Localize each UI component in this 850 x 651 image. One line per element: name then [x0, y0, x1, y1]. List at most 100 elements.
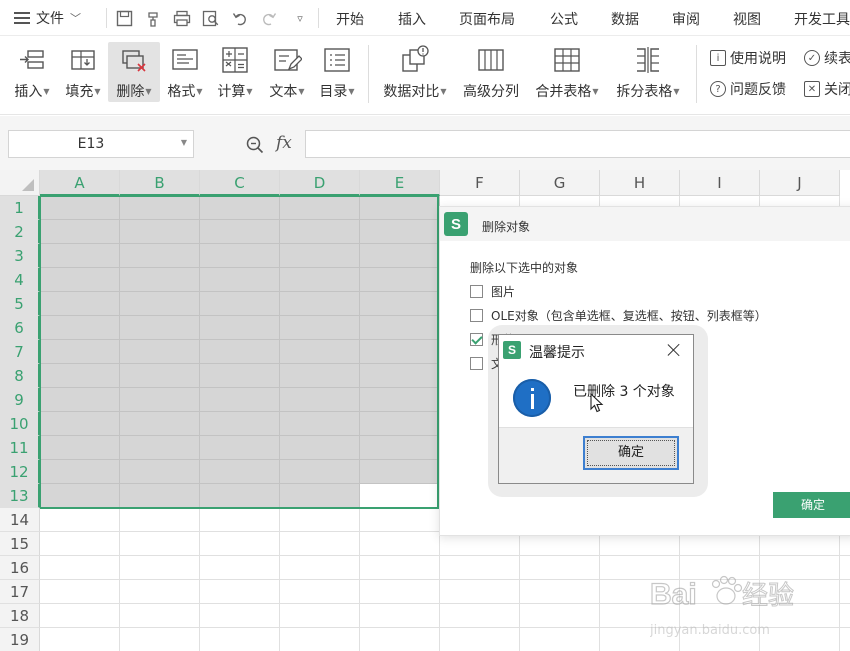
format-label: 格式: [167, 84, 196, 100]
close-button[interactable]: ✕ 关闭: [804, 79, 850, 99]
continue-table-button[interactable]: ✓ 续表: [804, 48, 850, 68]
name-box[interactable]: E13 ▼: [8, 130, 194, 158]
insert-button[interactable]: 插入 ▼: [6, 42, 58, 102]
print-icon[interactable]: [172, 8, 192, 28]
message-ok-button[interactable]: 确定: [583, 436, 679, 470]
advanced-split-label: 高级分列: [463, 84, 519, 100]
column-header-a[interactable]: A: [40, 170, 120, 196]
text-button[interactable]: 文本 ▼: [264, 42, 310, 102]
merge-tables-button[interactable]: 合并表格 ▼: [530, 42, 604, 102]
formula-input[interactable]: [305, 130, 850, 158]
column-header-f[interactable]: F: [440, 170, 520, 196]
tab-review[interactable]: 审阅: [672, 9, 700, 29]
function-icon[interactable]: fx: [276, 133, 292, 153]
undo-icon[interactable]: [230, 8, 250, 28]
data-compare-button[interactable]: 数据对比 ▼: [378, 42, 452, 102]
column-header-e[interactable]: E: [360, 170, 440, 196]
close-label: 关闭: [824, 82, 850, 98]
row-header-18[interactable]: 18: [0, 604, 40, 628]
customize-quick-access-icon[interactable]: ▿: [290, 8, 310, 28]
dialog-title: 删除对象: [482, 220, 531, 234]
row-header-5[interactable]: 5: [0, 292, 40, 316]
cell-reference: E13: [77, 136, 105, 152]
info-icon: i: [710, 50, 726, 66]
row-header-12[interactable]: 12: [0, 460, 40, 484]
column-header-i[interactable]: I: [680, 170, 760, 196]
toc-button[interactable]: 目录 ▼: [314, 42, 360, 102]
close-box-icon: ✕: [804, 81, 820, 97]
select-all-corner[interactable]: [0, 170, 40, 196]
text-edit-icon: [272, 45, 303, 75]
column-header-g[interactable]: G: [520, 170, 600, 196]
row-header-4[interactable]: 4: [0, 268, 40, 292]
row-header-16[interactable]: 16: [0, 556, 40, 580]
row-header-8[interactable]: 8: [0, 364, 40, 388]
calculate-button[interactable]: 计算 ▼: [212, 42, 258, 102]
continue-table-label: 续表: [824, 51, 850, 67]
row-header-15[interactable]: 15: [0, 532, 40, 556]
watermark-url: jingyan.baidu.com: [650, 623, 770, 638]
checkbox-shapes[interactable]: [470, 332, 483, 346]
delete-ok-button[interactable]: 确定: [773, 492, 850, 518]
row-header-10[interactable]: 10: [0, 412, 40, 436]
row-header-6[interactable]: 6: [0, 316, 40, 340]
column-header-b[interactable]: B: [120, 170, 200, 196]
column-header-d[interactable]: D: [280, 170, 360, 196]
close-icon[interactable]: [663, 339, 685, 361]
row-header-11[interactable]: 11: [0, 436, 40, 460]
tab-data[interactable]: 数据: [611, 9, 639, 29]
option-pictures[interactable]: 图片: [470, 283, 515, 299]
checkbox-pictures[interactable]: [470, 284, 483, 298]
advanced-split-button[interactable]: 高级分列: [458, 42, 524, 102]
check-circle-icon: ✓: [804, 50, 820, 66]
row-header-9[interactable]: 9: [0, 388, 40, 412]
message-box-header: S 温馨提示: [499, 335, 693, 365]
column-header-c[interactable]: C: [200, 170, 280, 196]
redo-icon[interactable]: [258, 8, 278, 28]
file-menu-button[interactable]: 文件 ﹀: [14, 7, 81, 29]
checkbox-ole[interactable]: [470, 308, 483, 322]
row-header-14[interactable]: 14: [0, 508, 40, 532]
wps-logo-icon: S: [444, 212, 468, 236]
file-menu-label: 文件: [36, 11, 64, 27]
checkbox-text[interactable]: [470, 356, 483, 370]
instructions-button[interactable]: i 使用说明: [710, 48, 786, 68]
info-icon: [513, 379, 551, 417]
print-preview-icon[interactable]: [201, 8, 221, 28]
row-header-17[interactable]: 17: [0, 580, 40, 604]
watermark-brand2: 经验: [742, 581, 794, 611]
tab-home[interactable]: 开始: [336, 9, 364, 29]
row-header-2[interactable]: 2: [0, 220, 40, 244]
fill-label: 填充: [65, 84, 94, 100]
dropdown-arrow-icon: ▼: [180, 138, 187, 147]
tab-developer[interactable]: 开发工具: [794, 9, 850, 29]
tab-insert[interactable]: 插入: [398, 9, 426, 29]
row-header-13[interactable]: 13: [0, 484, 40, 508]
format-painter-icon[interactable]: [144, 8, 164, 28]
toc-label: 目录: [319, 84, 348, 100]
row-header-3[interactable]: 3: [0, 244, 40, 268]
tab-formulas[interactable]: 公式: [550, 9, 578, 29]
tab-view[interactable]: 视图: [733, 9, 761, 29]
save-icon[interactable]: [114, 8, 134, 28]
feedback-button[interactable]: ? 问题反馈: [710, 79, 786, 99]
watermark-brand: Bai: [650, 578, 697, 611]
merge-tables-label: 合并表格: [535, 84, 592, 100]
option-ole[interactable]: OLE对象（包含单选框、复选框、按钮、列表框等）: [470, 307, 767, 323]
row-header-19[interactable]: 19: [0, 628, 40, 651]
question-icon: ?: [710, 81, 726, 97]
split-table-button[interactable]: 拆分表格 ▼: [610, 42, 686, 102]
feedback-label: 问题反馈: [730, 82, 786, 98]
format-button[interactable]: 格式 ▼: [162, 42, 208, 102]
column-header-j[interactable]: J: [760, 170, 840, 196]
calculate-label: 计算: [217, 84, 246, 100]
column-header-h[interactable]: H: [600, 170, 680, 196]
row-header-7[interactable]: 7: [0, 340, 40, 364]
delete-button[interactable]: 删除 ▼: [108, 42, 160, 102]
fill-icon: [68, 45, 98, 75]
row-header-1[interactable]: 1: [0, 196, 40, 220]
zoom-icon[interactable]: [246, 136, 264, 154]
data-compare-icon: [400, 45, 430, 75]
tab-page-layout[interactable]: 页面布局: [459, 9, 515, 29]
fill-button[interactable]: 填充 ▼: [58, 42, 108, 102]
